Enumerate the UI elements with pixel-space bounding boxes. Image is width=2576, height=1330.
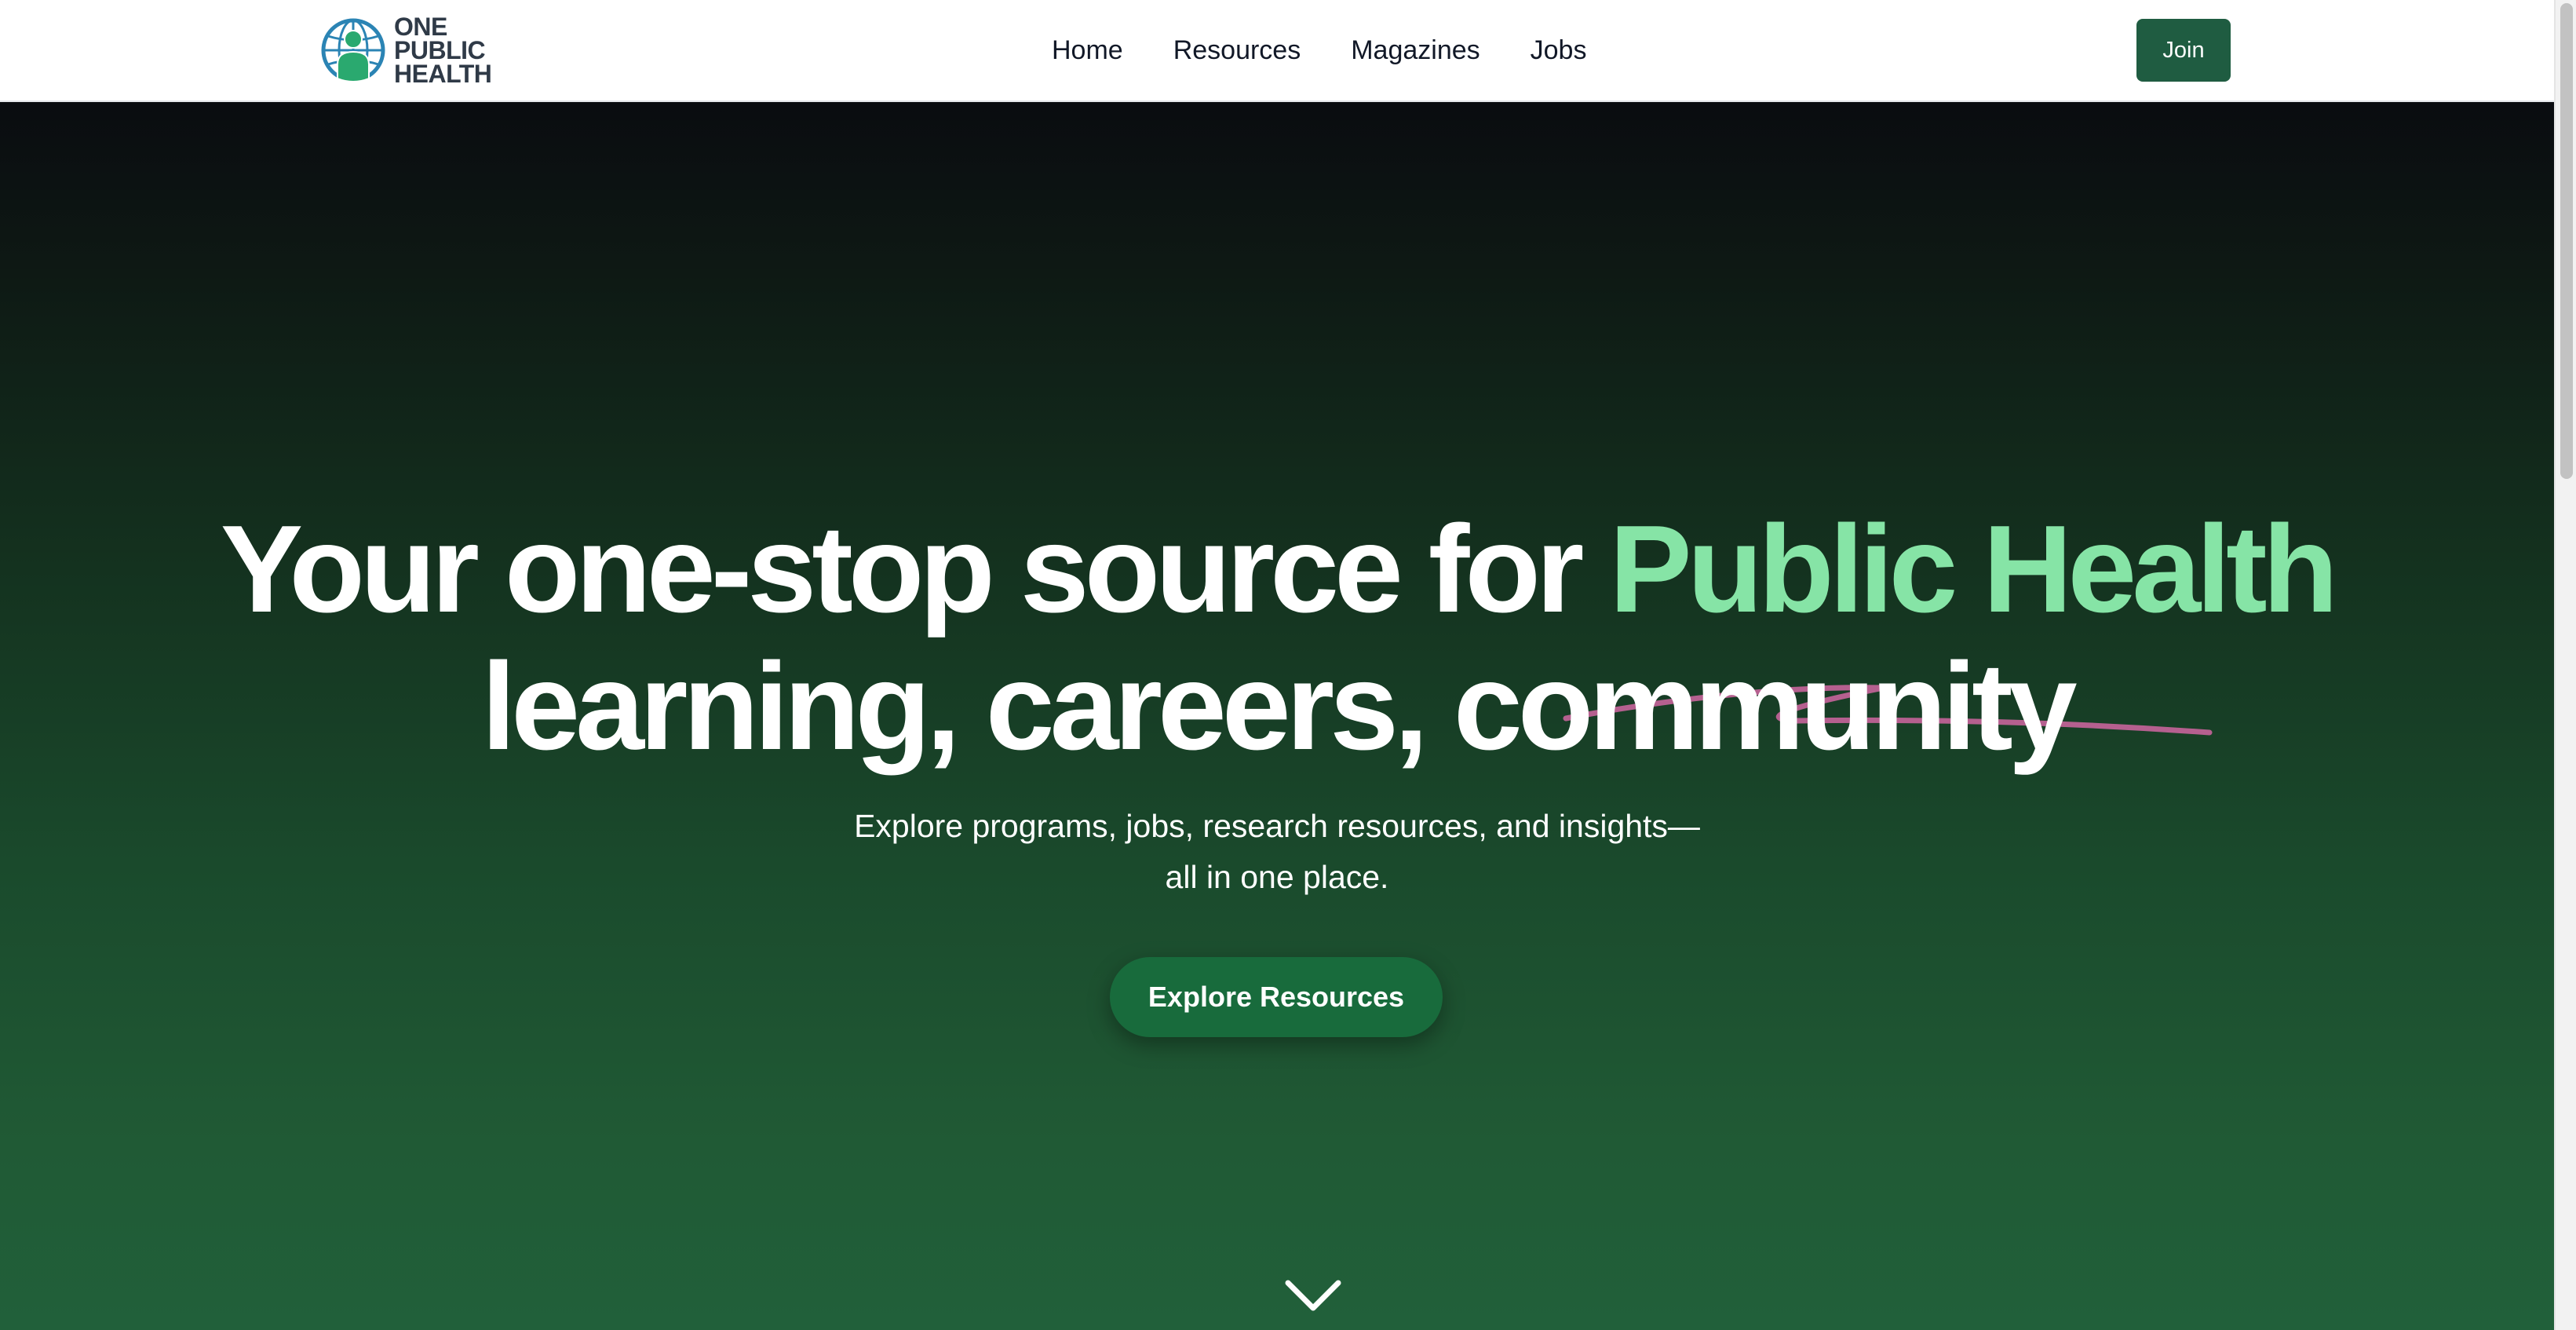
join-button[interactable]: Join [2136,19,2231,82]
brand-line-one: ONE [394,13,447,41]
globe-person-icon [321,18,385,82]
hero-headline-line2: learning, careers, community [481,638,2077,776]
explore-resources-button[interactable]: Explore Resources [1110,957,1443,1037]
nav-link-resources[interactable]: Resources [1173,35,1301,66]
nav-link-magazines[interactable]: Magazines [1351,35,1480,66]
hero-section: Your one-stop source for Public Health l… [0,102,2554,1330]
brand-line-health: HEALTH [394,60,492,88]
brand-wordmark: ONE PUBLIC HEALTH [394,13,492,88]
hero-subtext: Explore programs, jobs, research resourc… [806,801,1748,903]
top-navbar: ONE PUBLIC HEALTH Home Resources Magazin… [0,0,2554,102]
main-nav: Home Resources Magazines Jobs [1052,0,1586,100]
nav-link-jobs[interactable]: Jobs [1531,35,1587,66]
brand-logo-link[interactable]: ONE PUBLIC HEALTH [320,13,492,88]
hero-subtext-line2: all in one place. [1165,859,1389,895]
scrollbar-thumb[interactable] [2560,3,2573,479]
chevron-down-icon[interactable] [1284,1278,1342,1314]
page-scrollbar[interactable] [2554,0,2576,1330]
nav-link-home[interactable]: Home [1052,35,1123,66]
hero-subtext-line1: Explore programs, jobs, research resourc… [854,808,1700,844]
brand-line-public: PUBLIC [394,36,486,64]
headline-prefix: Your one-stop source for [220,500,1610,638]
